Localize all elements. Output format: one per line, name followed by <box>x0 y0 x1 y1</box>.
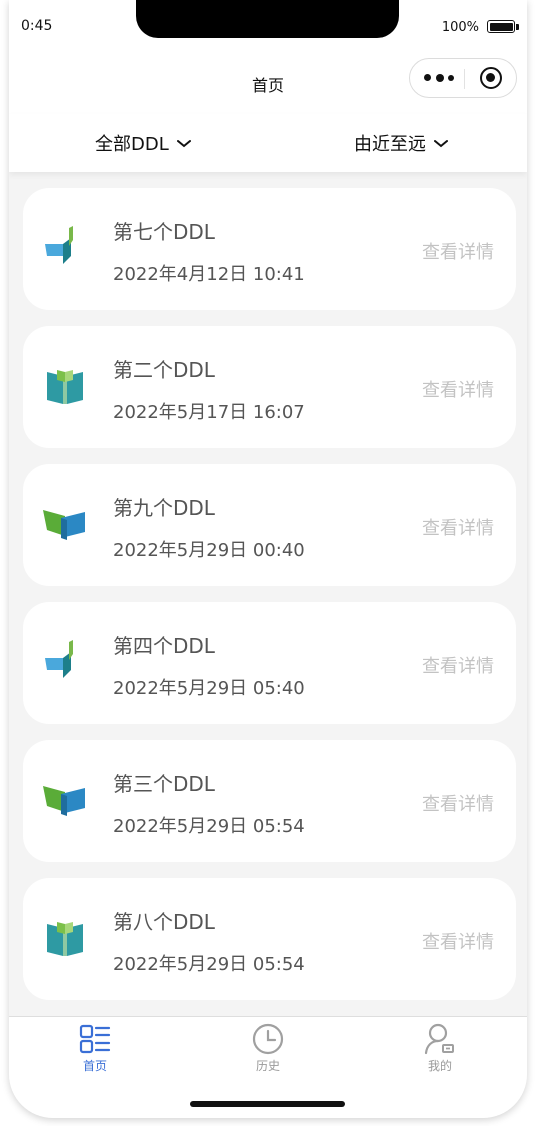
chevron-down-icon <box>176 140 191 148</box>
view-details-link[interactable]: 查看详情 <box>422 928 494 954</box>
flag-book-icon <box>43 786 85 816</box>
status-time: 0:45 <box>21 18 53 34</box>
notch <box>136 0 399 38</box>
tab-mine-label: 我的 <box>427 1059 452 1073</box>
open-book-icon <box>47 370 83 404</box>
card-title: 第九个DDL <box>113 496 215 520</box>
battery-tip <box>516 24 519 30</box>
card-time: 2022年5月29日 00:40 <box>113 540 305 561</box>
card-title: 第七个DDL <box>113 220 215 244</box>
category-filter[interactable]: 全部DDL <box>95 130 191 156</box>
chevron-down-icon <box>434 140 448 148</box>
filter-bar: 全部DDL 由近至远 <box>9 114 527 172</box>
view-details-link[interactable]: 查看详情 <box>422 514 494 540</box>
ddl-card[interactable]: 第三个DDL 2022年5月29日 05:54 查看详情 <box>23 740 516 862</box>
tab-history[interactable]: 历史 <box>238 1023 298 1074</box>
flag-book-icon <box>43 510 85 540</box>
close-target-icon[interactable] <box>480 67 502 89</box>
user-icon <box>424 1023 454 1055</box>
home-indicator <box>190 1101 345 1107</box>
open-book-icon <box>47 922 83 956</box>
sort-filter[interactable]: 由近至远 <box>354 130 448 156</box>
card-time: 2022年5月29日 05:54 <box>113 954 305 975</box>
card-time: 2022年5月29日 05:40 <box>113 678 305 699</box>
sort-filter-label: 由近至远 <box>354 134 426 155</box>
phone-frame: 0:45 100% 首页 全部DDL 由近至远 第七个DDL 2022年4月12… <box>9 0 527 1118</box>
card-title: 第二个DDL <box>113 358 215 382</box>
ddl-card[interactable]: 第二个DDL 2022年5月17日 16:07 查看详情 <box>23 326 516 448</box>
tab-home-label: 首页 <box>82 1059 107 1073</box>
category-filter-label: 全部DDL <box>95 134 169 155</box>
ddl-card[interactable]: 第七个DDL 2022年4月12日 10:41 查看详情 <box>23 188 516 310</box>
tab-mine[interactable]: 我的 <box>410 1023 470 1074</box>
nav-bar: 首页 <box>9 50 527 114</box>
view-details-link[interactable]: 查看详情 <box>422 376 494 402</box>
mini-program-capsule <box>409 58 517 98</box>
pen-book-icon <box>45 640 73 678</box>
card-title: 第八个DDL <box>113 910 215 934</box>
ddl-card[interactable]: 第九个DDL 2022年5月29日 00:40 查看详情 <box>23 464 516 586</box>
battery-icon <box>487 20 515 33</box>
capsule-divider <box>464 69 465 89</box>
clock-icon <box>252 1023 284 1055</box>
card-time: 2022年5月29日 05:54 <box>113 816 305 837</box>
view-details-link[interactable]: 查看详情 <box>422 652 494 678</box>
card-title: 第三个DDL <box>113 772 215 796</box>
ddl-card[interactable]: 第四个DDL 2022年5月29日 05:40 查看详情 <box>23 602 516 724</box>
status-bar: 0:45 100% <box>9 0 527 50</box>
ddl-card[interactable]: 第八个DDL 2022年5月29日 05:54 查看详情 <box>23 878 516 1000</box>
card-title: 第四个DDL <box>113 634 215 658</box>
list-icon <box>79 1024 111 1054</box>
view-details-link[interactable]: 查看详情 <box>422 790 494 816</box>
tab-home[interactable]: 首页 <box>65 1023 125 1074</box>
tab-history-label: 历史 <box>255 1059 280 1073</box>
pen-book-icon <box>45 226 73 264</box>
card-time: 2022年5月17日 16:07 <box>113 402 305 423</box>
card-time: 2022年4月12日 10:41 <box>113 264 305 285</box>
battery-percent: 100% <box>441 20 479 35</box>
more-icon[interactable] <box>424 72 456 84</box>
view-details-link[interactable]: 查看详情 <box>422 238 494 264</box>
